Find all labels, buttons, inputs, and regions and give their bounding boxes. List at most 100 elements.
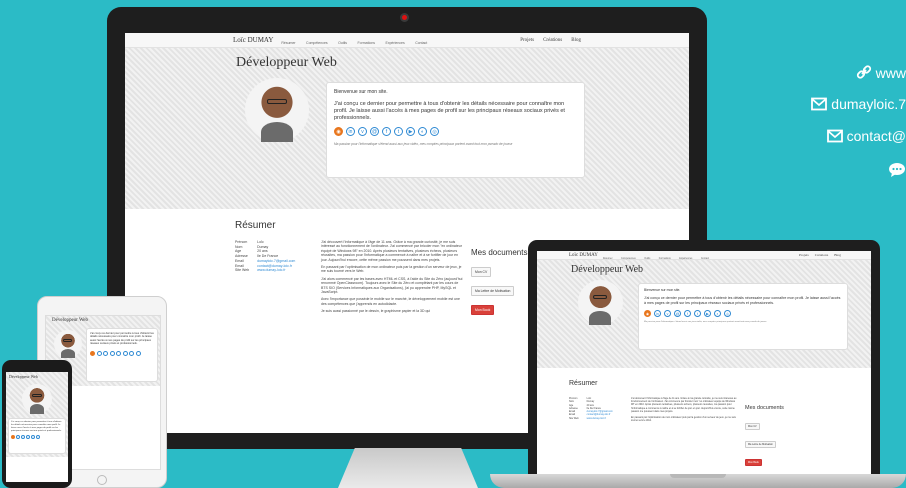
email-link[interactable]: dumayloic.7@gmail.com	[257, 259, 295, 263]
website-link[interactable]: www.dumay-loic.fr	[257, 268, 285, 272]
facebook-icon[interactable]	[31, 434, 35, 439]
viadeo-icon[interactable]: v	[358, 127, 367, 136]
chat-bubble-icon	[889, 163, 905, 177]
cv-button[interactable]: Mon CV	[471, 267, 492, 277]
resume-section: Résumer Prénom Nom Age Adresse Email Ema…	[537, 368, 871, 468]
chat-contact[interactable]	[848, 162, 906, 179]
gamepad-icon[interactable]: ◎	[724, 310, 731, 318]
social-links: ◉ in v @ f t ▶ ◐ ◎	[644, 310, 842, 318]
welcome-card: Bienvenue sur mon site. J'ai conçu ce de…	[638, 283, 848, 350]
rss-icon[interactable]: ◉	[644, 310, 651, 318]
intro-text: J'ai conçu ce dernier pour permettre à t…	[334, 101, 565, 121]
hero-title: Développeur Web	[52, 318, 89, 323]
viadeo-icon[interactable]: v	[664, 310, 671, 318]
github-icon[interactable]: ◐	[418, 127, 427, 136]
brand-logo[interactable]: Loïc DUMAY	[233, 36, 273, 44]
nav-item-formations[interactable]: Formations	[358, 41, 376, 45]
resume-title: Résumer	[235, 220, 276, 231]
rss-icon[interactable]	[90, 350, 95, 356]
cover-letter-button[interactable]: Ma Lettre de Motivation	[471, 286, 515, 296]
tagline: Ma passion pour l'informatique s'étend a…	[644, 321, 767, 324]
book-button[interactable]: Mon Book	[745, 459, 762, 466]
avatar	[245, 78, 309, 142]
link-icon	[856, 65, 871, 79]
welcome-card: J'ai conçu ce dernier pour permettre à t…	[8, 418, 66, 454]
linkedin-icon[interactable]: in	[654, 310, 661, 318]
viadeo-icon[interactable]	[103, 350, 108, 356]
nav-item-outils[interactable]: Outils	[338, 41, 347, 45]
linkedin-icon[interactable]: in	[346, 127, 355, 136]
webcam	[400, 13, 409, 22]
bio-text: J'ai découvert l'informatique à l'âge de…	[321, 240, 465, 317]
twitter-icon[interactable]	[122, 350, 128, 356]
nav-item-projets[interactable]: Projets	[799, 253, 809, 257]
github-icon[interactable]: ◐	[714, 310, 721, 318]
at-icon[interactable]	[26, 434, 30, 439]
facebook-icon[interactable]: f	[684, 310, 691, 318]
nav-item-competences[interactable]: Compétences	[306, 41, 328, 45]
bio-paragraph: J'ai alors commencé par les bases avec H…	[321, 276, 463, 295]
bio-text: J'ai découvert l'informatique à l'âge de…	[631, 397, 739, 468]
gmail-text: dumayloic.7	[831, 96, 906, 112]
navbar: Loïc DUMAY Résumer Compétences Outils Fo…	[537, 251, 871, 260]
rss-icon[interactable]	[11, 434, 15, 439]
youtube-icon[interactable]	[129, 350, 134, 356]
nav-item-contact[interactable]: Contact	[415, 41, 427, 45]
nav-menu: Résumer Compétences Outils Formations Ex…	[281, 33, 433, 49]
email-text: contact@	[846, 128, 906, 144]
envelope-icon	[826, 129, 843, 143]
info-label: Site Web	[235, 268, 250, 273]
at-icon[interactable]: @	[370, 127, 379, 136]
intro-text: J'ai conçu ce dernier pour permettre à t…	[644, 296, 841, 305]
at-icon[interactable]: @	[674, 310, 681, 318]
twitter-icon[interactable]: t	[694, 310, 701, 318]
monitor-stand	[338, 448, 478, 488]
laptop: Loïc DUMAY Résumer Compétences Outils Fo…	[528, 240, 880, 474]
website-text: www	[875, 65, 906, 81]
info-label: Prénom	[235, 240, 248, 244]
welcome-text: Bienvenue sur mon site.	[644, 288, 681, 292]
rss-icon[interactable]: ◉	[334, 127, 343, 136]
linkedin-icon[interactable]	[96, 350, 102, 356]
bio-paragraph: Je suis aussi passionné par le dessin, l…	[321, 309, 431, 314]
email-link[interactable]: contact@dumay-loic.fr	[257, 264, 292, 268]
envelope-icon	[811, 97, 828, 111]
brand-logo[interactable]: Loïc DUMAY	[569, 253, 598, 258]
nav-item-creations[interactable]: Créations	[543, 38, 562, 43]
nav-item-blog[interactable]: Blog	[571, 38, 581, 43]
github-icon[interactable]	[135, 350, 141, 356]
hero-title: Développeur Web	[9, 374, 38, 379]
intro-text: J'ai conçu ce dernier pour permettre à t…	[11, 421, 62, 432]
home-button[interactable]	[97, 475, 107, 485]
resume-title: Résumer	[569, 380, 598, 387]
gamepad-icon[interactable]: ◎	[430, 127, 439, 136]
bio-paragraph: J'ai découvert l'informatique à l'âge de…	[631, 397, 737, 413]
at-icon[interactable]	[109, 350, 115, 356]
cv-button[interactable]: Mon CV	[745, 423, 760, 430]
intro-text: J'ai conçu ce dernier pour permettre à t…	[90, 332, 154, 346]
twitter-icon[interactable]	[36, 434, 40, 439]
facebook-icon[interactable]: f	[382, 127, 391, 136]
youtube-icon[interactable]: ▶	[704, 310, 711, 318]
social-links	[11, 434, 63, 439]
cover-letter-button[interactable]: Ma Lettre de Motivation	[745, 441, 776, 448]
navbar: Loïc DUMAY Résumer Compétences Outils Fo…	[125, 33, 689, 48]
gmail-contact[interactable]: dumayloic.7	[762, 96, 906, 112]
nav-item-resume[interactable]: Résumer	[281, 41, 295, 45]
linkedin-icon[interactable]	[16, 434, 20, 439]
bio-paragraph: En passant par l'optimisation de mon ord…	[321, 265, 462, 274]
website-contact[interactable]: www	[832, 64, 906, 81]
nav-item-experiences[interactable]: Expériences	[385, 41, 404, 45]
nav-item-projets[interactable]: Projets	[520, 38, 534, 43]
nav-item-blog[interactable]: Blog	[834, 253, 841, 257]
twitter-icon[interactable]: t	[394, 127, 403, 136]
nav-item-creations[interactable]: Créations	[815, 253, 828, 257]
youtube-icon[interactable]: ▶	[406, 127, 415, 136]
viadeo-icon[interactable]	[21, 434, 25, 439]
email-contact[interactable]: contact@	[790, 128, 906, 144]
website-link[interactable]: www.dumay-loic.fr	[587, 417, 606, 420]
facebook-icon[interactable]	[116, 350, 121, 356]
book-button[interactable]: Mon Book	[471, 305, 495, 315]
info-label: Site Web	[569, 416, 579, 420]
social-links: ◉ in v @ f t ▶ ◐ ◎	[334, 127, 577, 136]
